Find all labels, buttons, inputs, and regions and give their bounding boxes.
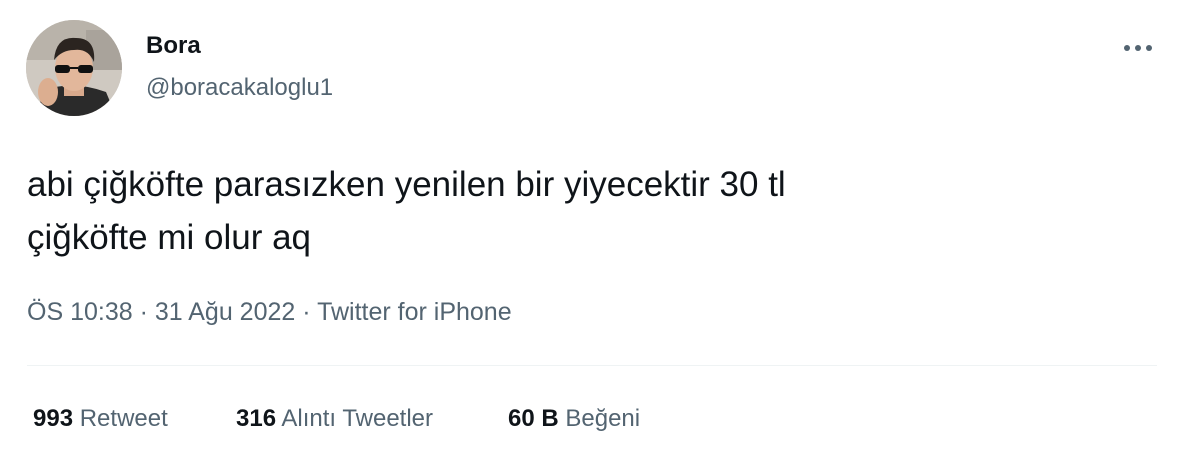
- quote-tweets-stat[interactable]: 316 Alıntı Tweetler: [236, 403, 433, 435]
- avatar[interactable]: [26, 20, 122, 116]
- tweet-source[interactable]: Twitter for iPhone: [317, 298, 512, 326]
- tweet-date[interactable]: 31 Ağu 2022: [155, 298, 295, 326]
- user-handle[interactable]: @boracakaloglu1: [146, 73, 333, 103]
- likes-stat[interactable]: 60 B Beğeni: [508, 403, 640, 435]
- user-avatar-photo-icon: [26, 20, 122, 116]
- display-name[interactable]: Bora: [146, 31, 201, 61]
- retweet-count: 993: [33, 405, 74, 432]
- meta-separator: ·: [139, 298, 148, 326]
- tweet-text: abi çiğköfte parasızken yenilen bir yiye…: [27, 165, 786, 257]
- quote-count: 316: [236, 405, 277, 432]
- like-label: Beğeni: [565, 405, 641, 432]
- meta-separator: ·: [302, 298, 311, 326]
- retweet-label: Retweet: [79, 405, 168, 432]
- tweet-card: Bora @boracakaloglu1 abi çiğköfte parası…: [0, 0, 1184, 462]
- divider: [27, 365, 1157, 366]
- retweets-stat[interactable]: 993 Retweet: [33, 403, 168, 435]
- more-options-button[interactable]: [1118, 36, 1158, 60]
- quote-label: Alıntı Tweetler: [281, 405, 434, 432]
- like-count: 60 B: [508, 405, 559, 432]
- tweet-metadata: ÖS 10:38 · 31 Ağu 2022 · Twitter for iPh…: [27, 296, 512, 328]
- tweet-time[interactable]: ÖS 10:38: [27, 298, 133, 326]
- more-horizontal-icon: [1124, 45, 1152, 51]
